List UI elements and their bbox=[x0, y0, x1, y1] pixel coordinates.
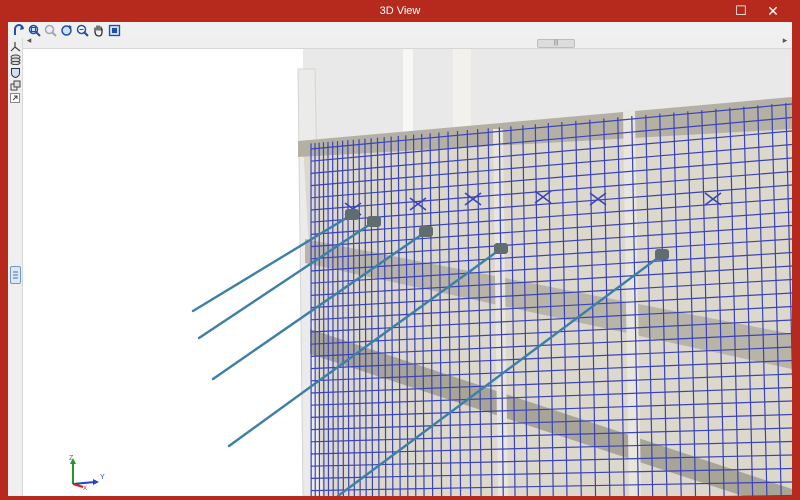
y-arrow-icon bbox=[93, 479, 99, 485]
maximize-button[interactable]: ☐ bbox=[725, 0, 757, 22]
thumb-grip: ||| bbox=[553, 40, 559, 46]
shield-icon[interactable] bbox=[9, 66, 21, 78]
anchor-block bbox=[494, 243, 508, 254]
y-axis bbox=[72, 481, 96, 485]
window-title: 3D View bbox=[379, 5, 421, 17]
layers-icon[interactable] bbox=[9, 53, 21, 65]
zoom-icon[interactable] bbox=[75, 23, 90, 37]
x-axis-label: X bbox=[83, 486, 87, 492]
zoom-all-icon[interactable] bbox=[27, 23, 42, 37]
horizontal-scroll-thumb[interactable]: ||| bbox=[537, 39, 575, 48]
view-options-icon[interactable] bbox=[107, 23, 122, 37]
zoom-window-icon[interactable] bbox=[43, 23, 58, 37]
close-button[interactable]: ✕ bbox=[757, 0, 789, 22]
anchor-block bbox=[655, 249, 669, 260]
view-frame: ◂ ||| ▸ Z Y X bbox=[8, 22, 792, 496]
rotate-icon[interactable] bbox=[11, 23, 26, 37]
scroll-right-icon[interactable]: ▸ bbox=[780, 36, 790, 46]
3d-model-scene[interactable] bbox=[23, 49, 792, 496]
column-shape bbox=[453, 49, 471, 139]
axis-view-icon[interactable] bbox=[9, 40, 21, 52]
side-panel-handle[interactable] bbox=[10, 266, 21, 284]
anchor-block bbox=[345, 209, 359, 220]
view-toolbar bbox=[8, 22, 792, 38]
expand-panel-icon[interactable] bbox=[9, 92, 21, 104]
pan-hand-icon[interactable] bbox=[91, 23, 106, 37]
axis-triad: Z Y X bbox=[69, 455, 105, 492]
side-toolbar bbox=[8, 38, 23, 496]
horizontal-scrollbar[interactable]: ◂ ||| ▸ bbox=[22, 36, 792, 49]
z-axis-label: Z bbox=[69, 455, 74, 462]
column-shape bbox=[403, 49, 413, 144]
3d-viewport[interactable]: Z Y X bbox=[23, 49, 792, 496]
copy-view-icon[interactable] bbox=[9, 79, 21, 91]
anchor-block bbox=[367, 216, 381, 227]
scroll-left-icon[interactable]: ◂ bbox=[24, 36, 34, 46]
refresh-view-icon[interactable] bbox=[59, 23, 74, 37]
anchor-block bbox=[419, 226, 433, 237]
y-axis-label: Y bbox=[100, 474, 105, 481]
window-titlebar: 3D View ☐ ✕ bbox=[0, 0, 800, 22]
